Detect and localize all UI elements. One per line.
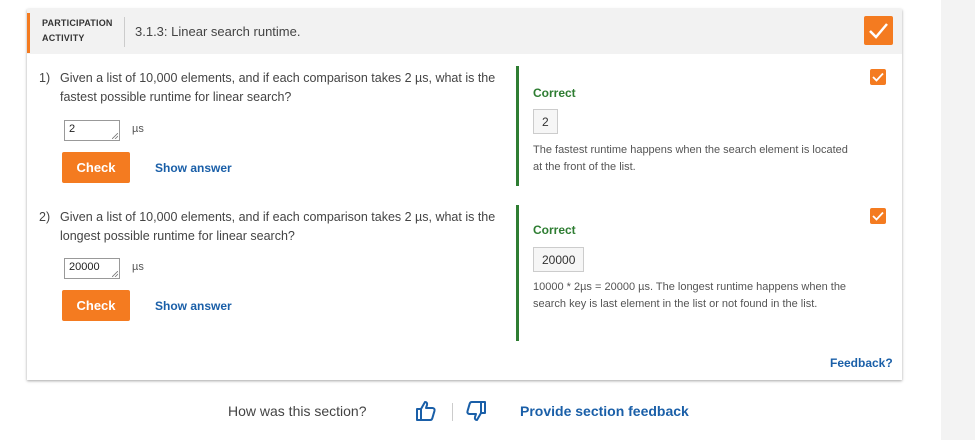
- rating-divider: [452, 403, 453, 421]
- show-answer-button-1[interactable]: Show answer: [155, 161, 232, 175]
- answer-input-value: 2: [69, 123, 76, 135]
- feedback-panel-1: Correct 2 The fastest runtime happens wh…: [516, 66, 859, 186]
- correct-answer-box: 2: [533, 109, 558, 134]
- participation-activity-card: PARTICIPATION ACTIVITY 3.1.3: Linear sea…: [27, 9, 902, 380]
- rating-buttons: [400, 395, 494, 427]
- page-right-gutter: [941, 0, 975, 440]
- check-button-1[interactable]: Check: [62, 152, 130, 183]
- explanation-text: The fastest runtime happens when the sea…: [533, 144, 848, 173]
- provide-section-feedback-link[interactable]: Provide section feedback: [520, 403, 689, 419]
- answer-input-1[interactable]: 2: [64, 120, 120, 141]
- question-number: 1): [39, 71, 51, 85]
- feedback-link[interactable]: Feedback?: [830, 356, 893, 370]
- activity-header: PARTICIPATION ACTIVITY 3.1.3: Linear sea…: [27, 9, 902, 54]
- show-answer-button-2[interactable]: Show answer: [155, 299, 232, 313]
- answer-input-2[interactable]: 20000: [64, 258, 120, 279]
- question-2: 2) Given a list of 10,000 elements, and …: [39, 208, 499, 248]
- answer-input-value: 20000: [69, 261, 100, 273]
- section-feedback-question: How was this section?: [228, 403, 367, 419]
- unit-label: µs: [132, 261, 144, 273]
- resize-grip-icon[interactable]: [112, 133, 118, 139]
- correct-label: Correct: [533, 86, 576, 100]
- participation-label: PARTICIPATION ACTIVITY: [42, 18, 113, 43]
- question-2-checkmark-icon: [870, 208, 886, 224]
- question-number: 2): [39, 210, 51, 224]
- question-1-checkmark-icon: [870, 69, 886, 85]
- explanation-text: 10000 * 2µs = 20000 µs. The longest runt…: [533, 281, 847, 310]
- resize-grip-icon[interactable]: [112, 271, 118, 277]
- thumbs-down-icon[interactable]: [464, 399, 488, 423]
- question-1: 1) Given a list of 10,000 elements, and …: [39, 69, 499, 109]
- unit-label: µs: [132, 123, 144, 135]
- correct-answer-box: 20000: [533, 247, 585, 272]
- question-text: Given a list of 10,000 elements, and if …: [60, 71, 496, 104]
- header-divider: [124, 17, 125, 47]
- activity-title: 3.1.3: Linear search runtime.: [135, 24, 301, 39]
- correct-label: Correct: [533, 223, 576, 237]
- check-button-2[interactable]: Check: [62, 290, 130, 321]
- question-text: Given a list of 10,000 elements, and if …: [60, 210, 496, 243]
- feedback-panel-2: Correct 20000 10000 * 2µs = 20000 µs. Th…: [516, 205, 859, 341]
- thumbs-up-icon[interactable]: [414, 399, 438, 423]
- completed-checkmark-icon: [864, 16, 893, 45]
- header-accent-bar: [27, 13, 30, 53]
